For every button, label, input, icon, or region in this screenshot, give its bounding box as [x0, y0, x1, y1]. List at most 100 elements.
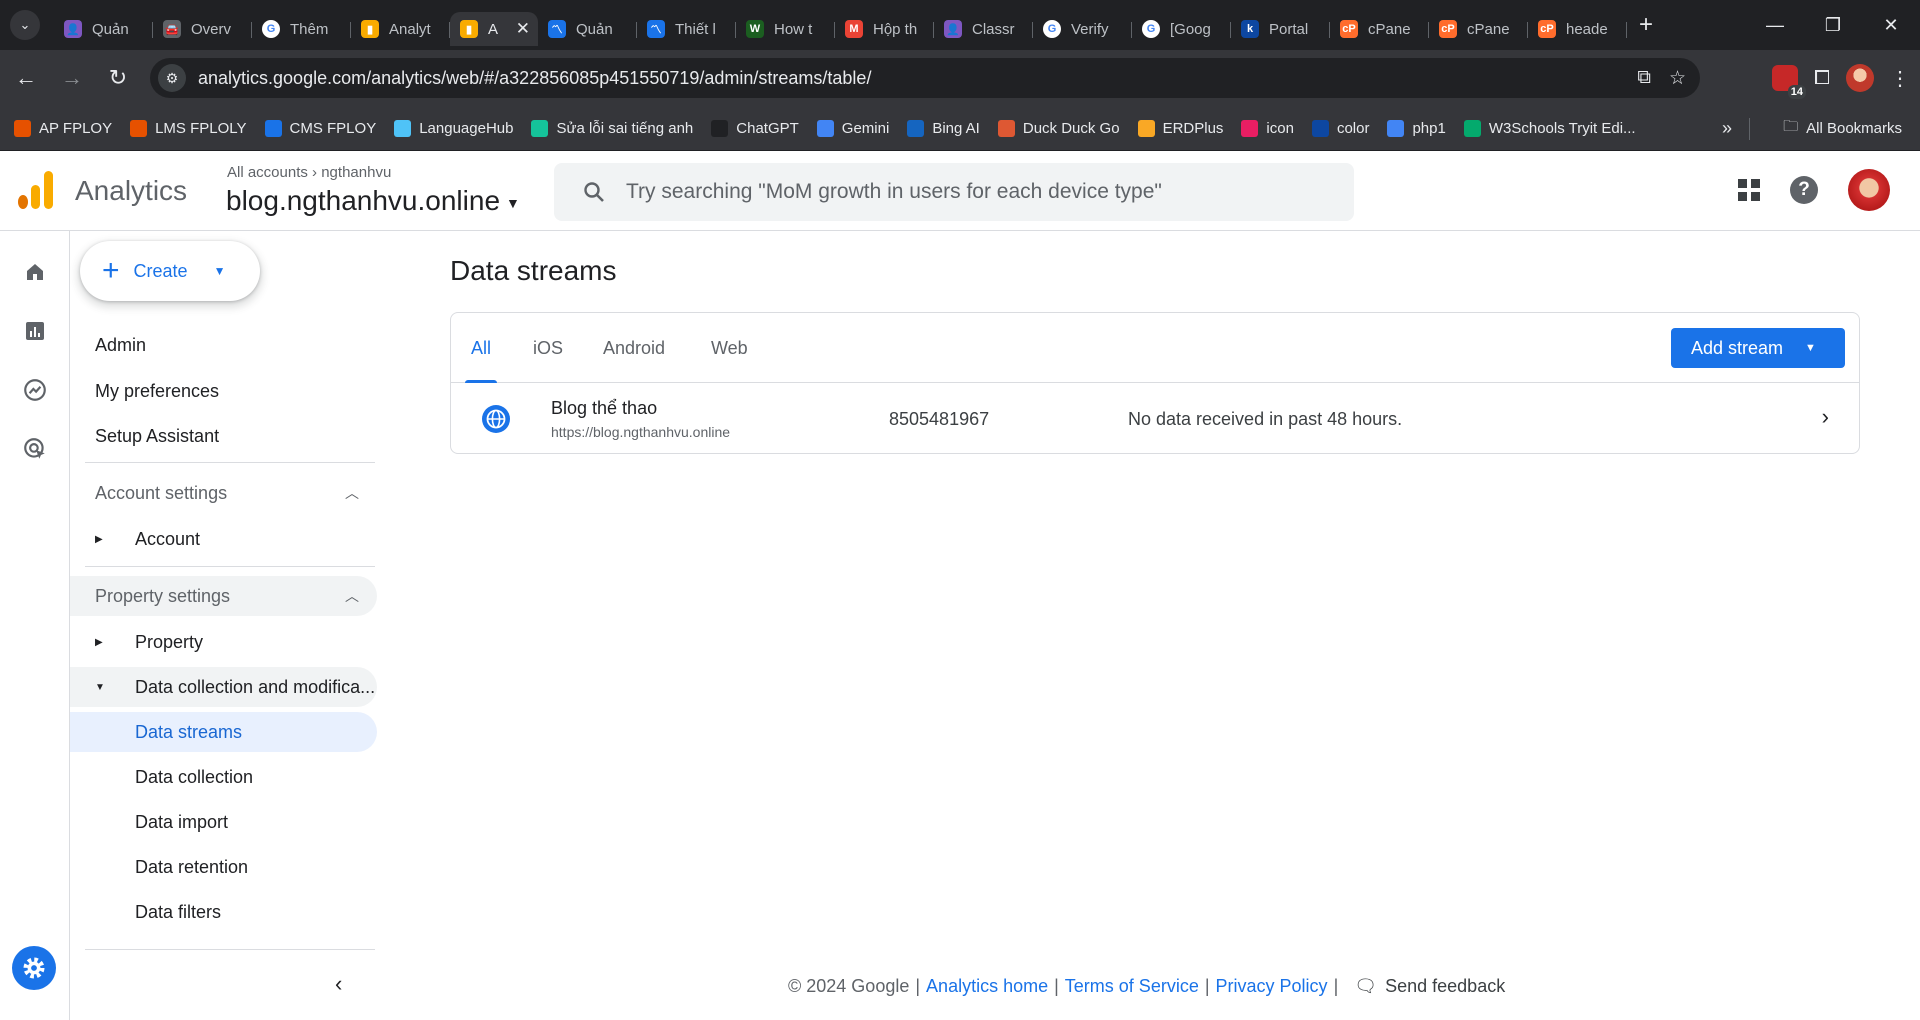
collapse-nav-icon[interactable]: ‹ [335, 971, 342, 997]
bookmark-item[interactable]: LMS FPLOLY [130, 119, 247, 137]
bookmark-item[interactable]: ChatGPT [711, 119, 799, 137]
bookmark-item[interactable]: CMS FPLOY [264, 119, 376, 137]
translate-icon[interactable]: ⧉ [1637, 67, 1651, 90]
crumb-account[interactable]: ngthanhvu [321, 164, 391, 181]
nav-item-label: Data retention [135, 856, 249, 877]
extensions-puzzle-icon[interactable]: ⧠ [1814, 67, 1830, 90]
property-selector[interactable]: blog.ngthanhvu.online ▼ [226, 185, 520, 217]
nav-data-streams[interactable]: Data streams [70, 712, 377, 752]
nav-account-settings-label: Account settings [95, 482, 228, 503]
nav-data-import[interactable]: Data import [70, 802, 377, 842]
admin-gear-icon[interactable] [12, 946, 56, 990]
bookmark-item[interactable]: Sửa lỗi sai tiếng anh [531, 119, 693, 137]
close-tab-icon[interactable]: ✕ [516, 19, 530, 39]
reload-icon[interactable]: ↻ [98, 58, 138, 98]
apps-grid-icon[interactable] [1738, 179, 1760, 201]
nav-property-settings[interactable]: Property settings ︿ [70, 576, 377, 616]
chevron-right-icon[interactable]: › [1822, 404, 1829, 430]
url-text[interactable]: analytics.google.com/analytics/web/#/a32… [198, 68, 871, 89]
help-icon[interactable]: ? [1790, 176, 1818, 204]
privacy-link[interactable]: Privacy Policy [1216, 976, 1328, 997]
product-name[interactable]: Analytics [75, 175, 187, 207]
browser-tab[interactable]: 〽 Thiết l [637, 12, 736, 46]
bookmark-item[interactable]: LanguageHub [394, 119, 513, 137]
home-icon[interactable] [20, 257, 50, 287]
nav-account-label: Account [135, 528, 201, 549]
browser-tab[interactable]: k Portal [1231, 12, 1330, 46]
address-bar[interactable]: ⚙ analytics.google.com/analytics/web/#/a… [150, 58, 1700, 98]
browser-tab[interactable]: 🚘 Overv [153, 12, 252, 46]
bookmark-item[interactable]: php1 [1387, 119, 1446, 137]
all-bookmarks-button[interactable]: 🗀 All Bookmarks [1783, 116, 1902, 141]
bookmark-item[interactable]: color [1311, 119, 1369, 137]
tab-all[interactable]: All [464, 313, 498, 383]
bookmark-item[interactable]: icon [1241, 119, 1294, 137]
tab-search-icon[interactable]: ⌄ [10, 10, 40, 40]
browser-tab[interactable]: 〽 Quản [538, 12, 637, 46]
tab-web[interactable]: Web [711, 313, 748, 383]
bookmark-item[interactable]: AP FPLOY [14, 119, 112, 137]
account-avatar[interactable] [1848, 169, 1890, 211]
bookmark-item[interactable]: Duck Duck Go [997, 119, 1120, 137]
minimize-icon[interactable]: — [1746, 0, 1804, 50]
extension-icon[interactable]: 14 [1772, 65, 1806, 99]
send-feedback-button[interactable]: 🗨 Send feedback [1354, 976, 1505, 997]
site-info-icon[interactable]: ⚙ [158, 64, 186, 92]
browser-tab[interactable]: G [Goog [1132, 12, 1231, 46]
close-window-icon[interactable]: ✕ [1862, 0, 1920, 50]
browser-tab[interactable]: 👤 Classr [934, 12, 1033, 46]
browser-tab[interactable]: 👤 Quản [54, 12, 153, 46]
add-stream-button[interactable]: Add stream ▼ [1671, 328, 1845, 368]
nav-admin[interactable]: Admin [70, 325, 377, 365]
nav-data-collection[interactable]: Data collection [70, 757, 377, 797]
bookmark-star-icon[interactable]: ☆ [1669, 67, 1686, 90]
nav-my-preferences[interactable]: My preferences [70, 371, 377, 411]
browser-tab[interactable]: cP cPane [1330, 12, 1429, 46]
account-breadcrumb[interactable]: All accounts › ngthanhvu [227, 164, 391, 181]
forward-icon[interactable]: → [52, 58, 92, 98]
restore-icon[interactable]: ❐ [1804, 0, 1862, 50]
nav-property[interactable]: ▶ Property [70, 622, 377, 662]
nav-account[interactable]: ▶ Account [70, 519, 377, 559]
tab-android[interactable]: Android [603, 313, 665, 383]
bookmark-favicon-icon [711, 119, 729, 137]
expand-arrow-icon: ▶ [95, 533, 103, 545]
bookmark-item[interactable]: Bing AI [907, 119, 980, 137]
analytics-home-link[interactable]: Analytics home [926, 976, 1048, 997]
nav-data-filters[interactable]: Data filters [70, 892, 377, 932]
browser-tab[interactable]: ▮ Analyt [351, 12, 450, 46]
create-button[interactable]: + Create ▼ [80, 241, 260, 301]
bookmark-item[interactable]: ERDPlus [1137, 119, 1223, 137]
nav-divider [85, 462, 375, 463]
stream-row[interactable]: Blog thể thao https://blog.ngthanhvu.onl… [451, 384, 1859, 454]
more-bookmarks-icon[interactable]: » [1722, 118, 1732, 139]
tab-favicon-icon: ▮ [361, 20, 379, 38]
browser-tab[interactable]: ▮ A ✕ [450, 12, 538, 46]
browser-tab[interactable]: M Hộp th [835, 12, 934, 46]
browser-tab[interactable]: cP heade [1528, 12, 1627, 46]
explore-icon[interactable] [20, 375, 50, 405]
reports-icon[interactable] [20, 316, 50, 346]
tab-favicon-icon: cP [1439, 20, 1457, 38]
browser-tab[interactable]: W How t [736, 12, 835, 46]
tab-ios[interactable]: iOS [533, 313, 563, 383]
back-icon[interactable]: ← [6, 58, 46, 98]
crumb-all-accounts[interactable]: All accounts [227, 164, 308, 181]
terms-link[interactable]: Terms of Service [1065, 976, 1199, 997]
bookmark-item[interactable]: W3Schools Tryit Edi... [1463, 119, 1636, 137]
nav-data-retention[interactable]: Data retention [70, 847, 377, 887]
tab-title: Hộp th [873, 20, 918, 38]
nav-account-settings[interactable]: Account settings ︿ [70, 473, 377, 513]
browser-menu-icon[interactable]: ⋮ [1890, 66, 1910, 91]
nav-setup-assistant[interactable]: Setup Assistant [70, 416, 377, 456]
advertising-icon[interactable] [20, 434, 50, 464]
profile-avatar[interactable] [1846, 64, 1874, 92]
browser-tab[interactable]: cP cPane [1429, 12, 1528, 46]
analytics-logo-icon[interactable] [18, 171, 54, 209]
nav-data-collection-modification[interactable]: ▼ Data collection and modifica... [70, 667, 377, 707]
new-tab-icon[interactable]: + [1639, 11, 1653, 39]
bookmark-item[interactable]: Gemini [816, 119, 889, 137]
browser-tab[interactable]: G Thêm [252, 12, 351, 46]
search-bar[interactable]: Try searching "MoM growth in users for e… [554, 163, 1354, 221]
browser-tab[interactable]: G Verify [1033, 12, 1132, 46]
